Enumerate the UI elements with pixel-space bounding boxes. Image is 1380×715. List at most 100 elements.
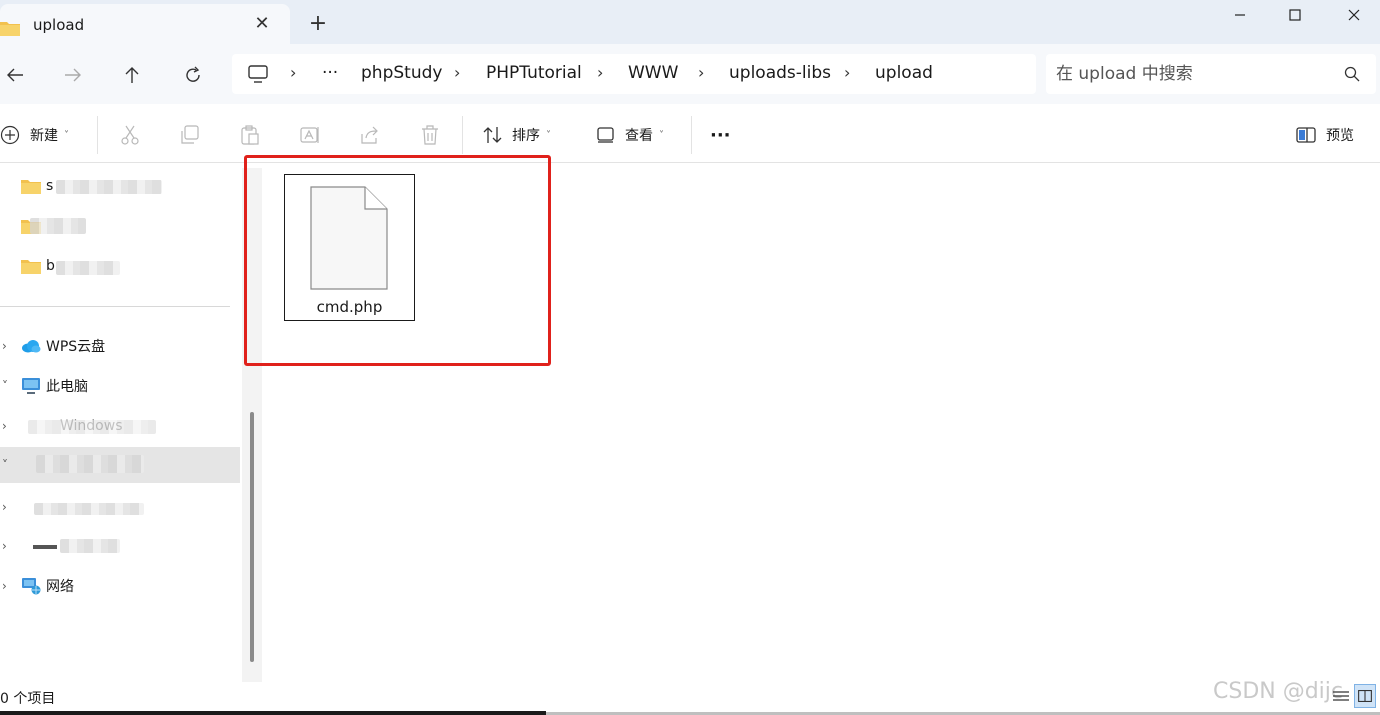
breadcrumb-item[interactable]: uploads-libs bbox=[729, 63, 831, 83]
command-bar: 新建 ˅ 排序 ˅ 查看 ˅ ··· 预览 bbox=[0, 104, 1380, 163]
sidebar-item-label: s bbox=[46, 178, 54, 194]
watermark: CSDN @dijc bbox=[1213, 679, 1344, 704]
breadcrumb-separator: › bbox=[698, 63, 705, 82]
search-box[interactable] bbox=[1046, 54, 1376, 94]
divider bbox=[691, 116, 692, 154]
preview-label: 预览 bbox=[1326, 128, 1354, 144]
close-icon bbox=[1348, 9, 1360, 21]
chevron-down-icon: ˅ bbox=[64, 129, 69, 141]
divider bbox=[97, 116, 98, 154]
arrow-left-icon bbox=[7, 68, 23, 82]
chevron-down-icon[interactable]: ˅ bbox=[2, 458, 8, 472]
annotation-highlight-box bbox=[244, 155, 551, 366]
view-button[interactable]: 查看 ˅ bbox=[597, 122, 664, 148]
sidebar-item-wps-cloud[interactable]: › WPS云盘 bbox=[0, 328, 240, 364]
breadcrumb[interactable]: › ··· phpStudy › PHPTutorial › WWW › upl… bbox=[232, 54, 1036, 94]
new-button[interactable]: 新建 ˅ bbox=[0, 122, 69, 148]
sidebar-item-label: b bbox=[46, 258, 55, 274]
refresh-button[interactable] bbox=[178, 60, 208, 90]
chevron-right-icon[interactable]: › bbox=[2, 500, 7, 514]
breadcrumb-separator: › bbox=[454, 63, 461, 82]
preview-pane-icon bbox=[1296, 127, 1316, 143]
rename-icon[interactable] bbox=[299, 124, 321, 146]
redacted-text bbox=[56, 261, 120, 275]
share-icon[interactable] bbox=[359, 124, 381, 146]
sort-button[interactable]: 排序 ˅ bbox=[482, 122, 551, 148]
sidebar-item-drive[interactable]: › bbox=[0, 489, 240, 525]
sidebar-item-this-pc[interactable]: ˅ 此电脑 bbox=[0, 368, 240, 404]
breadcrumb-item[interactable]: WWW bbox=[628, 63, 678, 83]
chevron-right-icon[interactable]: › bbox=[2, 419, 7, 433]
tab-close-icon[interactable]: ✕ bbox=[250, 12, 274, 36]
arrow-up-icon bbox=[125, 67, 139, 83]
new-tab-button[interactable]: + bbox=[306, 10, 330, 38]
redacted-text bbox=[36, 455, 144, 473]
sort-label: 排序 bbox=[512, 128, 540, 144]
search-icon bbox=[1344, 66, 1360, 82]
chevron-right-icon[interactable]: › bbox=[2, 339, 7, 353]
delete-icon[interactable] bbox=[419, 124, 441, 146]
more-options-button[interactable]: ··· bbox=[710, 122, 731, 148]
redacted-text bbox=[30, 218, 86, 234]
sidebar-item-drive-selected[interactable]: ˅ bbox=[0, 447, 240, 483]
tab-title: upload bbox=[33, 16, 85, 34]
chevron-down-icon: ˅ bbox=[659, 129, 664, 141]
chevron-right-icon[interactable]: › bbox=[2, 579, 7, 593]
details-view-icon[interactable] bbox=[1330, 684, 1352, 708]
redacted-text bbox=[60, 539, 120, 553]
breadcrumb-item[interactable]: upload bbox=[875, 63, 933, 83]
cut-icon[interactable] bbox=[119, 124, 141, 146]
breadcrumb-separator: › bbox=[290, 63, 297, 82]
copy-icon[interactable] bbox=[179, 124, 201, 146]
scrollbar-thumb[interactable] bbox=[250, 412, 254, 662]
close-window-button[interactable] bbox=[1324, 0, 1380, 30]
computer-icon bbox=[22, 378, 40, 394]
breadcrumb-item[interactable]: PHPTutorial bbox=[486, 63, 582, 83]
sidebar-item-label: 此电脑 bbox=[46, 379, 88, 395]
sidebar-item-folder[interactable] bbox=[0, 208, 240, 244]
network-icon bbox=[22, 578, 41, 595]
arrow-right-icon bbox=[65, 68, 81, 82]
breadcrumb-item[interactable]: phpStudy bbox=[361, 63, 442, 83]
redacted-text bbox=[34, 503, 144, 515]
breadcrumb-separator: › bbox=[844, 63, 851, 82]
divider bbox=[0, 306, 230, 307]
minimize-button[interactable] bbox=[1210, 0, 1270, 30]
chevron-down-icon: ˅ bbox=[546, 129, 551, 141]
forward-button[interactable] bbox=[58, 60, 88, 90]
cloud-icon bbox=[22, 340, 41, 353]
maximize-icon bbox=[1289, 9, 1301, 21]
back-button[interactable] bbox=[0, 60, 30, 90]
folder-icon bbox=[21, 260, 41, 274]
tiles-view-icon[interactable] bbox=[1354, 684, 1376, 708]
chevron-right-icon[interactable]: › bbox=[2, 539, 7, 553]
up-button[interactable] bbox=[117, 60, 147, 90]
sort-icon bbox=[483, 127, 502, 143]
sidebar-item-network[interactable]: › 网络 bbox=[0, 568, 240, 604]
taskbar-edge bbox=[0, 711, 546, 715]
sidebar-item-label: WPS云盘 bbox=[46, 339, 106, 355]
chevron-down-icon[interactable]: ˅ bbox=[2, 379, 8, 393]
drive-icon bbox=[33, 545, 57, 549]
item-count: 0 个项目 bbox=[0, 691, 56, 707]
sidebar-item-folder[interactable]: b bbox=[0, 248, 240, 284]
redacted-text bbox=[56, 180, 162, 194]
plus-circle-icon bbox=[0, 125, 20, 145]
minimize-icon bbox=[1235, 14, 1245, 16]
maximize-button[interactable] bbox=[1265, 0, 1325, 30]
view-label: 查看 bbox=[625, 128, 653, 144]
view-icon bbox=[597, 127, 614, 143]
sidebar-item-drive[interactable]: › Windows bbox=[0, 408, 240, 444]
paste-icon[interactable] bbox=[239, 124, 261, 146]
search-input[interactable] bbox=[1056, 60, 1336, 88]
breadcrumb-more[interactable]: ··· bbox=[322, 63, 338, 83]
sidebar-item-folder[interactable]: s bbox=[0, 168, 240, 204]
new-label: 新建 bbox=[30, 128, 58, 144]
navigation-pane: s b › WPS云盘 ˅ 此电脑 › Windows ˅ › › bbox=[0, 164, 240, 684]
divider bbox=[462, 116, 463, 154]
computer-icon bbox=[248, 65, 268, 83]
preview-button[interactable]: 预览 bbox=[1296, 122, 1354, 148]
sidebar-item-label: 网络 bbox=[46, 579, 74, 595]
sidebar-item-drive[interactable]: › bbox=[0, 528, 240, 564]
title-bar: upload ✕ + bbox=[0, 0, 1380, 50]
